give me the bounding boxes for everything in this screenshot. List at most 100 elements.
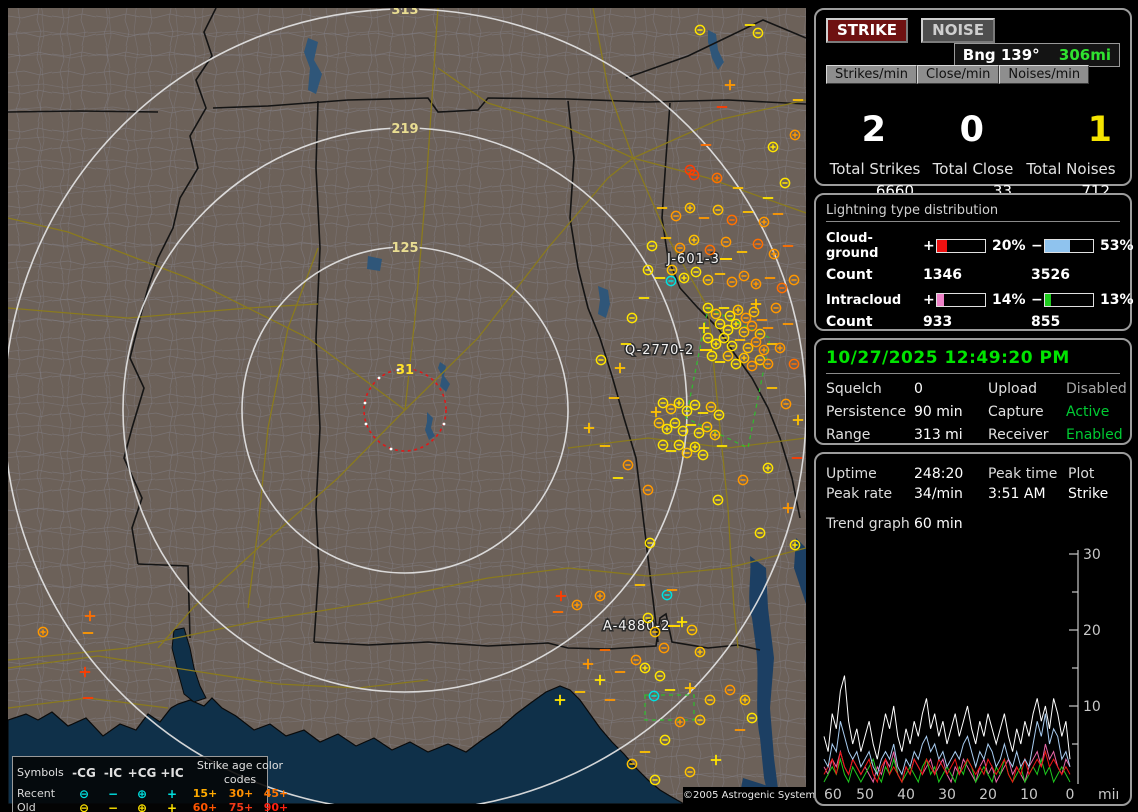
old-cg-pos-icon: ⊕ [136,801,148,812]
upload-status: Disabled [1066,381,1127,397]
trend-graph: 10 20 30 60 50 40 30 20 10 0 min [823,547,1118,802]
distribution-title: Lightning type distribution [826,203,1120,222]
age-15: 15+ [192,787,218,800]
upload-label: Upload [988,381,1038,397]
svg-text:10: 10 [1083,699,1101,715]
recent-ic-pos-icon: + [166,787,178,801]
ic-neg-bar [1044,293,1094,307]
noises-per-min-value: 1 [1087,110,1112,150]
map-canvas: 31125219313 J-601-3Q-2770-2A-4880-2 [3,1,807,812]
svg-text:Q-2770-2: Q-2770-2 [625,343,694,358]
intracloud-label: Intracloud [826,292,902,308]
legend-age-title: Strike age color codes [196,759,284,786]
cg-neg-pct: 53% [1100,238,1134,254]
uptime-value: 248:20 [914,466,964,482]
strikes-per-min-chip: Strikes/min [826,65,918,84]
range-value: 313 mi [914,427,963,443]
cg-pos-count: 1346 [923,267,962,283]
peak-rate-label: Peak rate [826,486,893,502]
ic-neg-pct: 13% [1100,292,1134,308]
receiver-label: Receiver [988,427,1049,443]
legend-col-cg-neg: -CG [72,766,96,780]
legend-col-cg-pos: +CG [127,766,157,780]
minus-sign: − [1031,238,1043,254]
recent-cg-pos-icon: ⊕ [136,787,148,801]
recent-cg-neg-icon: ⊖ [78,787,90,801]
svg-text:min: min [1098,787,1118,802]
legend-col-ic-neg: -IC [103,766,123,780]
trend-section: Uptime 248:20 Peak time Plot Peak rate 3… [814,452,1132,806]
cg-count-label: Count [826,267,873,283]
capture-label: Capture [988,404,1044,420]
legend-symbols-header: Symbols [17,766,64,779]
svg-text:30: 30 [938,787,956,802]
old-cg-neg-icon: ⊖ [78,801,90,812]
app-window: 31 125 219 313 J-601-3 Q-2770-2 A-4880-2 Symb… [0,0,1138,812]
age-60: 60+ [192,801,218,812]
ic-count-label: Count [826,314,873,330]
close-per-min-chip: Close/min [917,65,1000,84]
status-panel: STRIKE NOISE Bng 139° 306mi Strikes/min … [814,8,1134,806]
svg-text:10: 10 [1020,787,1038,802]
old-ic-pos-icon: + [166,801,178,812]
svg-text:125: 125 [391,241,418,256]
receiver-status: Enabled [1066,427,1123,443]
cg-neg-count: 3526 [1031,267,1070,283]
ic-pos-bar [936,293,986,307]
plus-sign: + [923,238,935,254]
legend-row-recent: Recent [17,787,56,800]
legend-col-ic-pos: +IC [160,766,184,780]
ic-neg-count: 855 [1031,314,1061,330]
receiver-section: 10/27/2025 12:49:20 PM Squelch 0 Upload … [814,338,1132,445]
total-close-label: Total Close [932,160,1014,178]
capture-status: Active [1066,404,1110,420]
plus-sign: + [923,292,935,308]
squelch-value: 0 [914,381,923,397]
plot-label: Plot [1068,466,1095,482]
total-strikes-label: Total Strikes [829,160,921,178]
peak-rate-value: 34/min [914,486,963,502]
symbol-legend: Symbols -CG -IC +CG +IC Strike age color… [12,756,288,812]
age-90: 90+ [263,801,289,812]
peak-time-value: 3:51 AM [988,486,1046,502]
old-ic-neg-icon: − [107,801,119,812]
minus-sign: − [1031,292,1043,308]
bearing-readout: Bng 139° 306mi [953,43,1120,67]
persistence-label: Persistence [826,404,907,420]
svg-text:313: 313 [391,8,418,18]
legend-row-old: Old [17,801,36,812]
age-75: 75+ [228,801,254,812]
copyright-text: ©2005 Astrogenic Systems [683,787,820,804]
total-noises-label: Total Noises [1026,160,1116,178]
trend-graph-window: 60 min [914,516,963,532]
rates-section: STRIKE NOISE Bng 139° 306mi Strikes/min … [814,8,1132,200]
bearing-range: 306mi [1058,46,1111,64]
svg-text:40: 40 [897,787,915,802]
ic-pos-pct: 14% [992,292,1026,308]
strike-indicator-button[interactable]: STRIKE [826,18,909,43]
distribution-section: Lightning type distribution Cloud-ground… [814,193,1134,331]
svg-text:20: 20 [1083,623,1101,639]
svg-text:0: 0 [1066,787,1075,802]
cg-pos-bar [936,239,986,253]
datetime-display: 10/27/2025 12:49:20 PM [826,348,1120,374]
age-30: 30+ [228,787,254,800]
cloud-ground-label: Cloud-ground [826,231,879,261]
persistence-value: 90 min [914,404,963,420]
recent-ic-neg-icon: − [107,787,119,801]
squelch-label: Squelch [826,381,882,397]
cg-neg-bar [1044,239,1094,253]
svg-text:20: 20 [979,787,997,802]
close-per-min-value: 0 [959,110,984,150]
bearing-value: Bng 139° [962,46,1040,64]
cg-pos-pct: 20% [992,238,1026,254]
svg-text:30: 30 [1083,547,1101,563]
noise-indicator-button[interactable]: NOISE [921,18,996,43]
peak-time-label: Peak time [988,466,1058,482]
svg-text:50: 50 [856,787,874,802]
lightning-map: 31 125 219 313 J-601-3 Q-2770-2 A-4880-2 Symb… [3,1,820,812]
strikes-per-min-value: 2 [861,110,886,150]
svg-text:60: 60 [824,787,842,802]
age-45: 45+ [263,787,289,800]
trend-graph-label: Trend graph [826,516,910,532]
